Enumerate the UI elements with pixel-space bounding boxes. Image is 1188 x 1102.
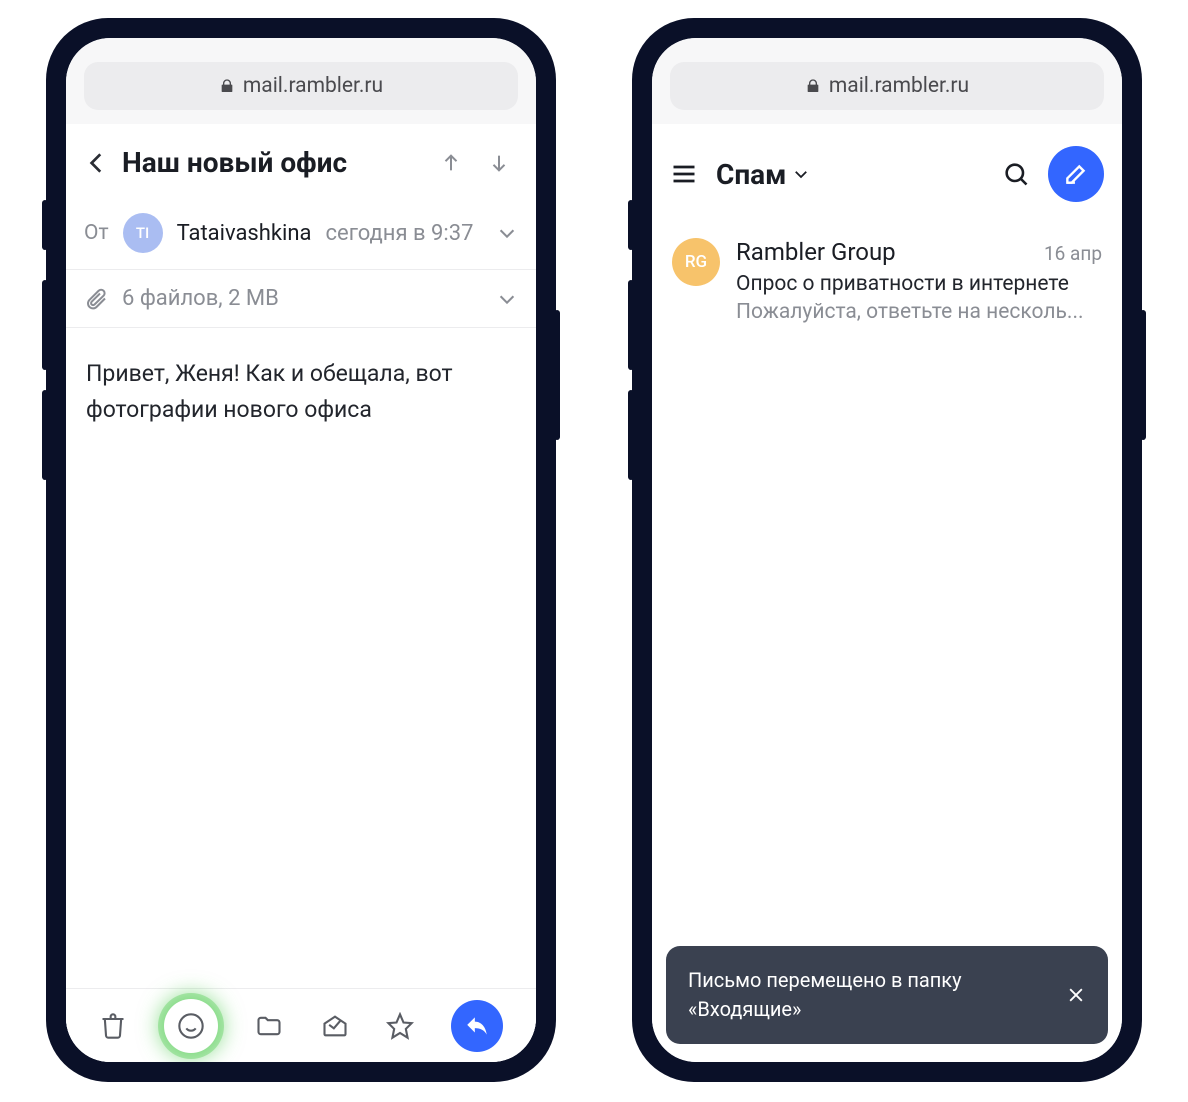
smiley-icon: [177, 1012, 205, 1040]
email-subject: Наш новый офис: [122, 146, 428, 179]
mail-preview: Пожалуйста, ответьте на несколь...: [736, 300, 1102, 324]
sender-avatar: TI: [123, 213, 163, 253]
delete-button[interactable]: [99, 1012, 127, 1040]
mail-date: 16 апр: [1044, 242, 1102, 265]
mail-avatar: RG: [672, 238, 720, 286]
star-button[interactable]: [386, 1012, 414, 1040]
mail-sender: Rambler Group: [736, 238, 896, 266]
chevron-down-icon: [792, 165, 810, 183]
lock-icon: [219, 78, 235, 94]
attachments-text: 6 файлов, 2 MB: [122, 286, 482, 311]
reaction-button[interactable]: [164, 999, 218, 1053]
compose-button[interactable]: [1048, 146, 1104, 202]
search-button[interactable]: [1002, 160, 1030, 188]
browser-chrome: mail.rambler.ru: [652, 38, 1122, 124]
chevron-down-icon[interactable]: [496, 288, 518, 310]
email-body: Привет, Женя! Как и обещала, вот фотогра…: [66, 328, 536, 455]
back-button[interactable]: [84, 150, 110, 176]
mail-subject: Опрос о приватности в интернете: [736, 272, 1102, 296]
mail-list-item[interactable]: RG Rambler Group 16 апр Опрос о приватно…: [652, 220, 1122, 338]
screen-right: mail.rambler.ru Спам RG Ra: [652, 38, 1122, 1062]
url-text: mail.rambler.ru: [243, 74, 383, 98]
browser-chrome: mail.rambler.ru: [66, 38, 536, 124]
address-bar[interactable]: mail.rambler.ru: [670, 62, 1104, 110]
reply-button[interactable]: [451, 1000, 503, 1052]
sender-row[interactable]: От TI Tataivashkina сегодня в 9:37: [66, 197, 536, 270]
address-bar[interactable]: mail.rambler.ru: [84, 62, 518, 110]
from-label: От: [84, 221, 109, 245]
email-header: Наш новый офис: [66, 124, 536, 197]
menu-button[interactable]: [670, 160, 698, 188]
prev-email-button[interactable]: [440, 152, 462, 174]
lock-icon: [805, 78, 821, 94]
reply-icon: [464, 1013, 490, 1039]
mark-read-button[interactable]: [321, 1012, 349, 1040]
toast-notification: Письмо перемещено в папку «Входящие»: [666, 946, 1108, 1044]
toast-text: Письмо перемещено в папку «Входящие»: [688, 966, 1050, 1024]
folder-selector[interactable]: Спам: [716, 158, 810, 191]
move-to-folder-button[interactable]: [255, 1012, 283, 1040]
sender-name: Tataivashkina: [177, 221, 312, 246]
chevron-down-icon[interactable]: [496, 222, 518, 244]
folder-name: Спам: [716, 158, 786, 191]
phone-frame-right: mail.rambler.ru Спам RG Ra: [634, 20, 1140, 1080]
pencil-icon: [1063, 161, 1089, 187]
next-email-button[interactable]: [488, 152, 510, 174]
screen-left: mail.rambler.ru Наш новый офис От TI Tat…: [66, 38, 536, 1062]
phone-frame-left: mail.rambler.ru Наш новый офис От TI Tat…: [48, 20, 554, 1080]
url-text: mail.rambler.ru: [829, 74, 969, 98]
toast-close-button[interactable]: [1066, 985, 1086, 1005]
sender-time: сегодня в 9:37: [326, 221, 474, 246]
folder-header: Спам: [652, 124, 1122, 220]
attachments-row[interactable]: 6 файлов, 2 MB: [66, 270, 536, 328]
paperclip-icon: [84, 287, 108, 311]
bottom-toolbar: [66, 988, 536, 1062]
